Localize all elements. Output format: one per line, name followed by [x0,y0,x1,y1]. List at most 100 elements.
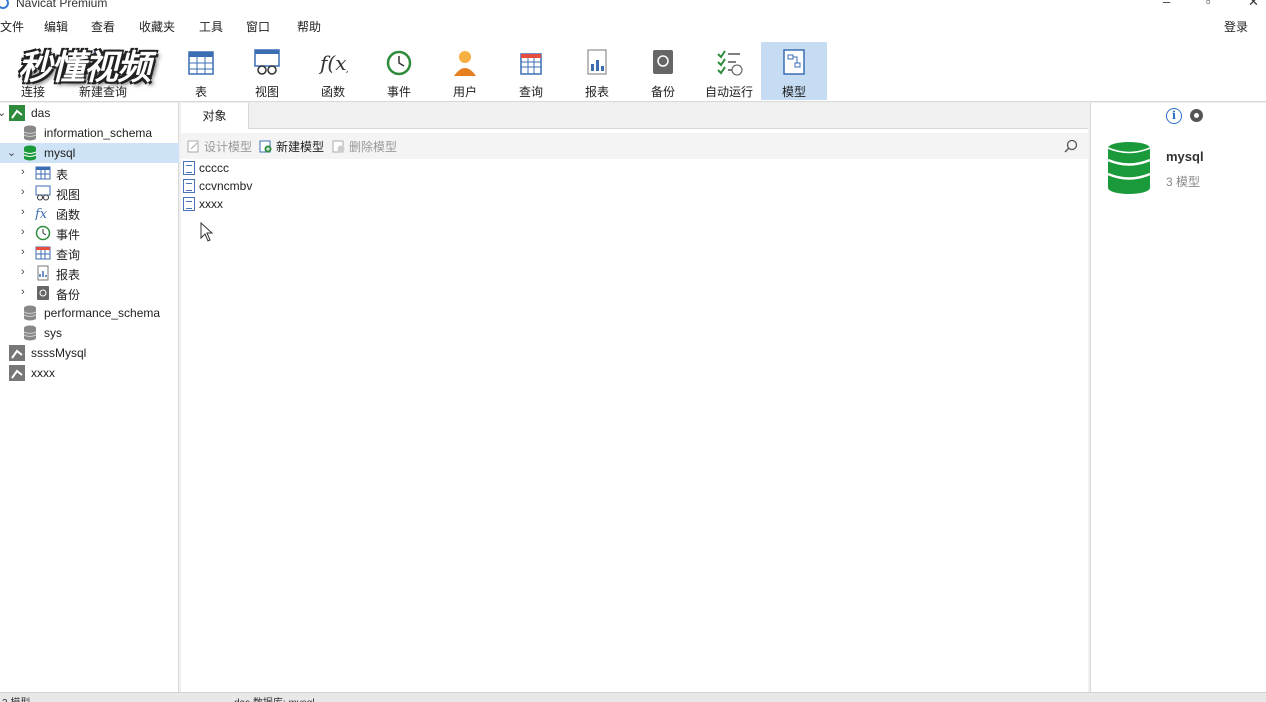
query-icon [520,53,542,75]
model-item-label: ccvncmbv [199,179,253,193]
tree-connection-xxxx[interactable]: xxxx [0,363,179,383]
restore-icon[interactable]: ▫ [1206,0,1211,9]
query-button[interactable]: 查询 [498,42,564,100]
model-file-icon [183,179,195,193]
chevron-right-icon[interactable]: › [21,266,25,278]
function-button[interactable]: f(x) 函数 [300,42,366,100]
tree-folder-reports[interactable]: › 报表 [0,263,179,283]
event-label: 事件 [386,85,411,99]
design-model-icon [187,140,199,153]
database-icon [23,125,37,141]
model-file-icon [183,161,195,175]
menu-edit[interactable]: 编辑 [44,18,68,35]
connection-gray-icon [9,345,25,361]
user-icon [454,51,476,76]
login-link[interactable]: 登录 [1224,18,1248,35]
automation-icon [717,50,743,76]
main-toolbar: 连接 新建查询 秒懂视频 表 视图 f(x) 函数 事件 用户 查询 报表 备份… [0,40,1266,102]
menu-tools[interactable]: 工具 [199,18,223,35]
design-model-button[interactable]: 设计模型 [187,138,252,155]
tab-objects[interactable]: 对象 [181,103,249,129]
report-icon [587,49,607,75]
watermark-logo: 秒懂视频 [18,49,151,87]
view-button[interactable]: 视图 [234,42,300,100]
event-button[interactable]: 事件 [366,42,432,100]
report-icon [37,265,49,281]
query-label: 查询 [518,85,543,99]
tree-folder-views[interactable]: › 视图 [0,183,179,203]
tree-label-folder: 表 [56,168,69,182]
tree-label-db: mysql [44,146,76,160]
svg-text:fx: fx [35,207,48,221]
info-db-name: mysql [1166,149,1204,164]
delete-model-button[interactable]: 删除模型 [332,138,397,155]
menu-file[interactable]: 文件 [0,18,24,35]
menu-window[interactable]: 窗口 [246,18,270,35]
function-icon: fx [35,207,48,221]
table-label: 表 [194,85,207,99]
tree-folder-functions[interactable]: › fx 函数 [0,203,179,223]
report-label: 报表 [584,85,609,99]
database-green-icon [23,145,37,161]
model-label: 模型 [781,85,806,99]
tree-connection-das[interactable]: ⌄ das [0,103,179,123]
report-button[interactable]: 报表 [564,42,630,100]
chevron-right-icon[interactable]: › [21,246,25,258]
backup-button[interactable]: 备份 [630,42,696,100]
menu-bar: 文件 编辑 查看 收藏夹 工具 窗口 帮助 登录 [0,12,1266,40]
tree-db-performance-schema[interactable]: performance_schema [0,303,179,323]
tree-label-db: sys [44,326,62,340]
mouse-cursor-icon [200,222,214,242]
close-icon[interactable]: ✕ [1248,0,1259,10]
navicat-app-icon [0,0,9,9]
delete-model-label: 删除模型 [349,140,398,154]
menu-view[interactable]: 查看 [91,18,115,35]
connection-green-icon [9,105,25,121]
new-model-icon [259,140,272,153]
search-icon[interactable] [1064,139,1078,153]
chevron-right-icon[interactable]: › [21,226,25,238]
chevron-down-icon[interactable]: ⌄ [7,146,16,159]
new-model-button[interactable]: 新建模型 [259,138,324,155]
chevron-right-icon[interactable]: › [21,186,25,198]
tree-folder-backups[interactable]: › 备份 [0,283,179,303]
model-button[interactable]: 模型 [761,42,827,100]
tree-folder-tables[interactable]: › 表 [0,163,179,183]
backup-icon [37,286,49,300]
chevron-right-icon[interactable]: › [21,206,25,218]
tree-folder-queries[interactable]: › 查询 [0,243,179,263]
tree-db-information-schema[interactable]: information_schema [0,123,179,143]
minimize-icon[interactable]: – [1163,0,1170,9]
title-bar: Navicat Premium – ▫ ✕ [0,0,1266,12]
tab-bar: 对象 [181,103,1088,129]
tree-db-mysql[interactable]: ⌄ mysql [0,143,179,163]
status-count: 3 模型 [2,694,30,702]
info-icon[interactable]: i [1166,108,1182,124]
chevron-down-icon[interactable]: ⌄ [0,106,6,119]
connection-gray-icon [9,365,25,381]
event-clock-icon [35,225,51,241]
window-title: Navicat Premium [16,0,108,10]
status-bar: 3 模型 das 数据库: mysql [0,692,1266,702]
user-button[interactable]: 用户 [432,42,498,100]
svg-text:f(x): f(x) [318,51,348,75]
info-panel: i mysql 3 模型 [1090,103,1266,692]
tree-db-sys[interactable]: sys [0,323,179,343]
chevron-right-icon[interactable]: › [21,166,25,178]
menu-favorites[interactable]: 收藏夹 [139,18,175,35]
function-label: 函数 [320,85,345,99]
automation-button[interactable]: 自动运行 [696,42,762,100]
tree-label-folder: 查询 [56,248,81,262]
table-button[interactable]: 表 [168,42,234,100]
info-model-count: 3 模型 [1166,175,1201,189]
database-large-icon [1107,142,1151,194]
settings-gear-icon[interactable] [1190,109,1203,122]
tree-folder-events[interactable]: › 事件 [0,223,179,243]
tree-label-db: information_schema [44,126,153,140]
model-item-label: ccccc [199,161,229,175]
menu-help[interactable]: 帮助 [297,18,321,35]
chevron-right-icon[interactable]: › [21,286,25,298]
delete-model-icon [332,140,345,153]
new-model-label: 新建模型 [276,140,325,154]
tree-connection-ssssmysql[interactable]: ssssMysql [0,343,179,363]
